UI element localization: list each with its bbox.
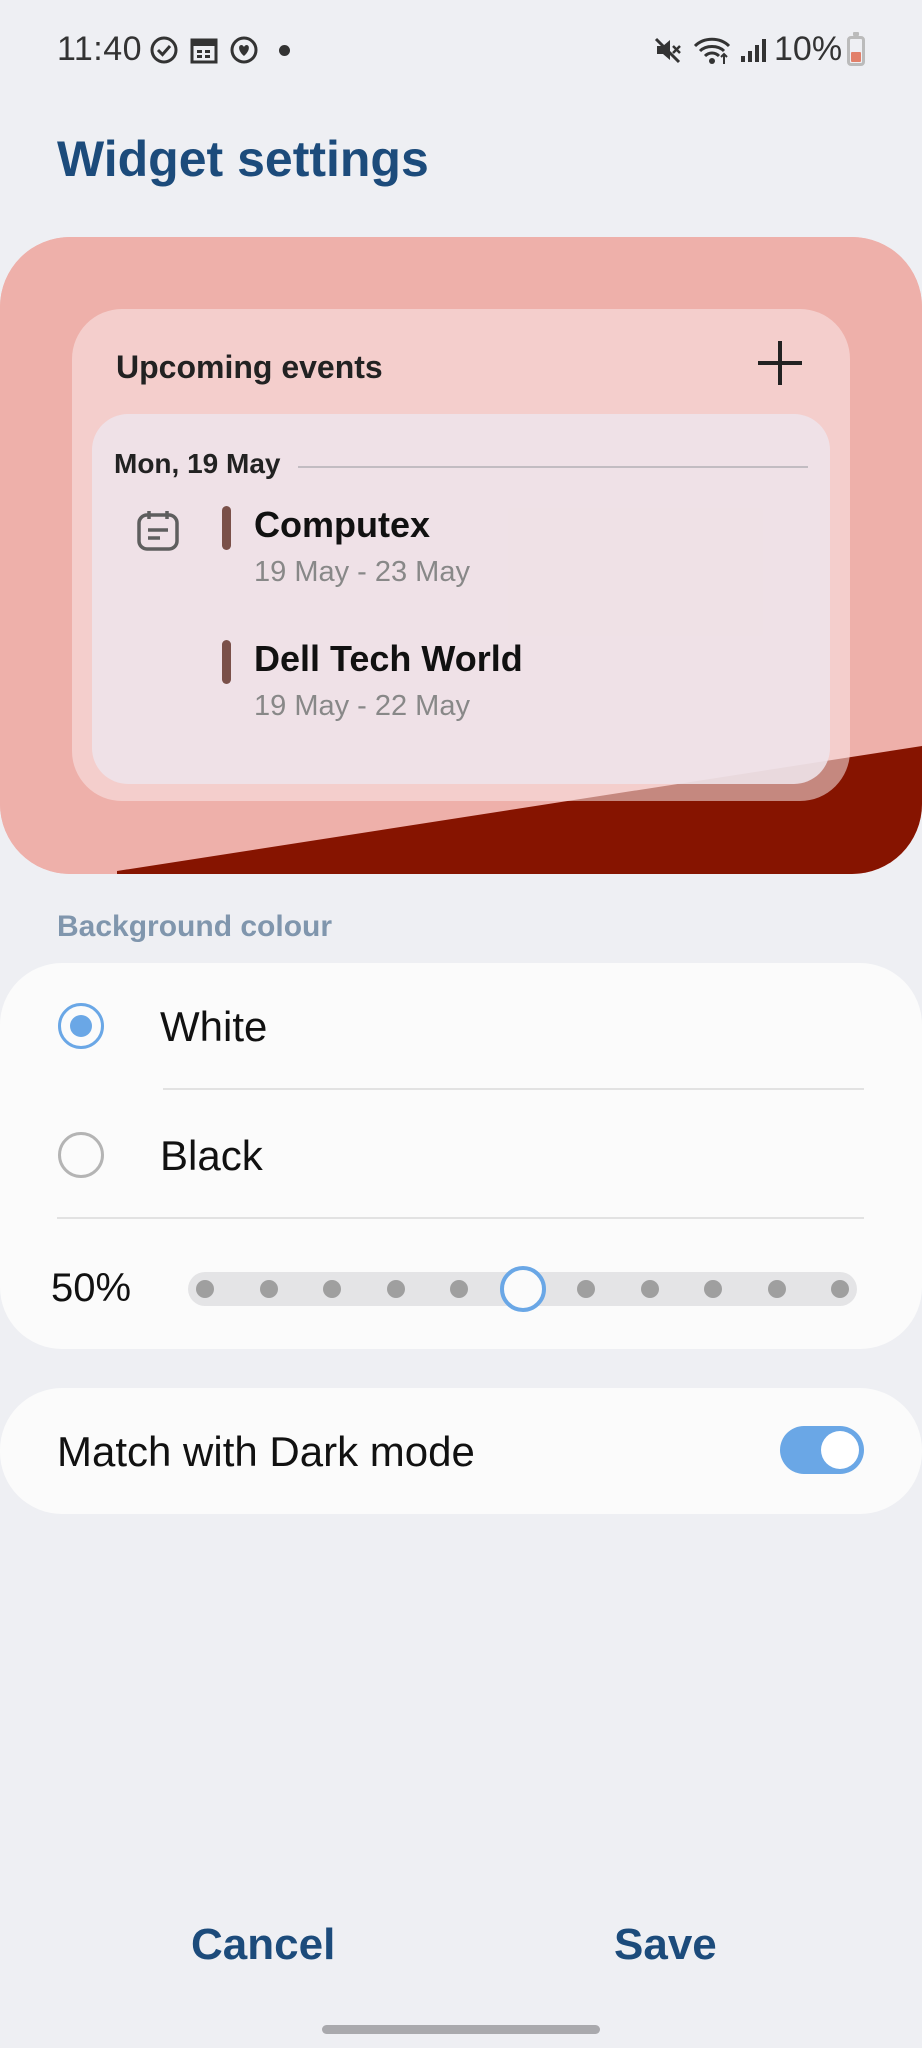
slider-step-dot	[767, 1280, 786, 1298]
calendar-icon	[190, 38, 218, 64]
plus-icon[interactable]	[752, 335, 808, 391]
slider-thumb[interactable]	[499, 1266, 546, 1312]
mute-icon	[654, 37, 681, 64]
radio-label-white: White	[160, 1003, 268, 1050]
notification-dot-icon	[279, 45, 290, 56]
event-color-bar	[222, 506, 231, 550]
slider-step-dot	[704, 1280, 722, 1298]
status-bar: 11:40 10%	[0, 0, 922, 100]
signal-icon	[741, 39, 766, 62]
wifi-icon	[693, 37, 731, 64]
event-date-header: Mon, 19 May	[114, 448, 281, 479]
check-circle-icon	[150, 36, 178, 64]
slider-step-dot	[831, 1280, 849, 1298]
events-panel: Mon, 19 May Computex 19 May - 23 May Del…	[92, 414, 830, 784]
slider-step-dot	[323, 1280, 341, 1298]
slider-step-dot	[196, 1280, 214, 1298]
home-indicator[interactable]	[322, 2025, 600, 2034]
slider-step-dot	[640, 1280, 659, 1298]
date-divider	[298, 466, 808, 468]
save-button[interactable]: Save	[614, 1920, 717, 1970]
heart-badge-icon	[230, 36, 258, 64]
slider-step-dot	[450, 1280, 468, 1298]
option-divider	[163, 1088, 864, 1090]
widget-preview: Upcoming events Mon, 19 May Computex 19 …	[0, 237, 922, 874]
event-dates: 19 May - 22 May	[254, 690, 470, 722]
cancel-button[interactable]: Cancel	[191, 1920, 335, 1970]
dark-mode-toggle[interactable]	[780, 1426, 864, 1474]
calendar-event-icon	[137, 511, 179, 551]
transparency-slider[interactable]	[188, 1266, 857, 1312]
radio-white[interactable]	[58, 1003, 104, 1049]
toggle-knob	[821, 1431, 859, 1469]
battery-icon	[847, 32, 865, 66]
slider-step-dot	[259, 1280, 278, 1298]
widget-title: Upcoming events	[116, 349, 383, 385]
page-title: Widget settings	[57, 131, 429, 187]
battery-percent: 10%	[774, 30, 843, 68]
transparency-value: 50%	[51, 1266, 132, 1310]
event-name: Computex	[254, 504, 431, 545]
radio-option-white[interactable]: White	[0, 963, 922, 1091]
upcoming-events-widget: Upcoming events Mon, 19 May Computex 19 …	[72, 309, 850, 801]
dark-mode-card[interactable]: Match with Dark mode	[0, 1388, 922, 1514]
event-name: Dell Tech World	[254, 638, 523, 679]
dark-mode-label: Match with Dark mode	[57, 1428, 475, 1475]
radio-label-black: Black	[160, 1132, 263, 1179]
slider-step-dot	[386, 1280, 405, 1298]
background-colour-header: Background colour	[57, 910, 333, 943]
event-color-bar	[222, 640, 231, 684]
radio-black[interactable]	[58, 1132, 104, 1178]
slider-divider	[57, 1217, 864, 1219]
radio-option-black[interactable]: Black	[0, 1091, 922, 1219]
status-time: 11:40	[57, 30, 143, 68]
slider-step-dot	[577, 1280, 595, 1298]
event-dates: 19 May - 23 May	[254, 556, 470, 588]
